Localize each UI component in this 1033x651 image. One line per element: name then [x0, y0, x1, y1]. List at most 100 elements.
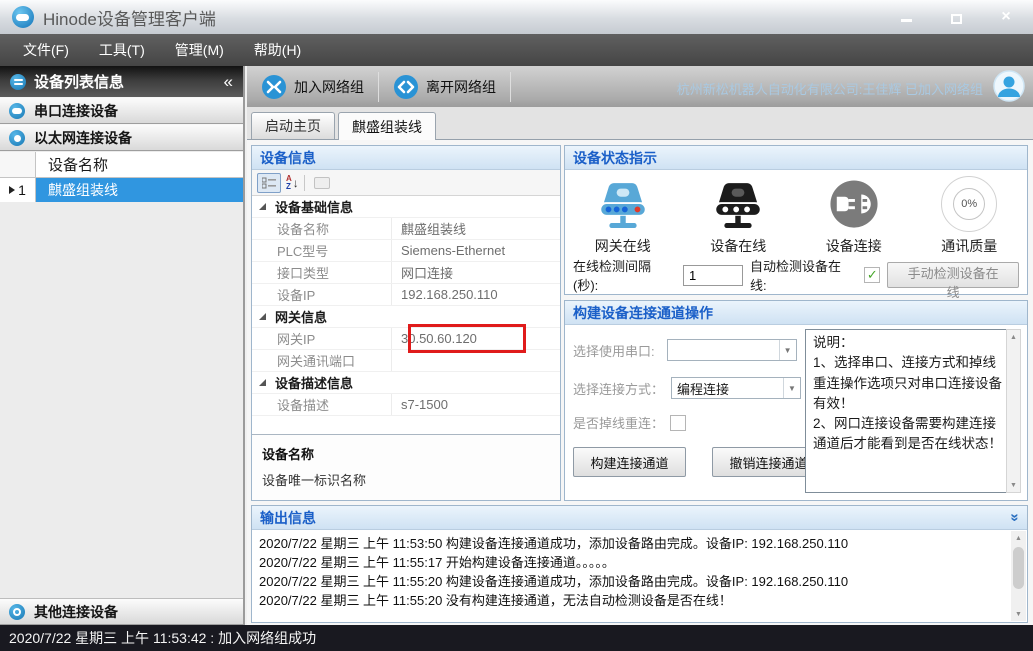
menu-bar: 文件(F) 工具(T) 管理(M) 帮助(H)	[0, 34, 1033, 66]
user-avatar[interactable]	[993, 70, 1025, 102]
other-devices-icon	[9, 604, 25, 620]
comm-quality-value: 0%	[953, 188, 985, 220]
tab-home[interactable]: 启动主页	[251, 112, 335, 139]
leave-network-button[interactable]: 离开网络组	[379, 66, 510, 107]
scroll-down-icon[interactable]: ▼	[1007, 478, 1020, 492]
join-network-button[interactable]: 加入网络组	[247, 66, 378, 107]
property-row-gateway-ip[interactable]: 网关IP 30.50.60.120	[252, 328, 560, 350]
property-group-row[interactable]: 设备基础信息	[252, 196, 560, 218]
channel-note-box: 说明： 1、选择串口、连接方式和掉线重连操作选项只对串口连接设备有效！ 2、网口…	[805, 329, 1007, 493]
status-bar: 2020/7/22 星期三 上午 11:53:42 : 加入网络组成功	[0, 625, 1033, 651]
device-table-header: 设备名称	[0, 152, 243, 178]
output-panel-title: 输出信息	[260, 508, 316, 528]
sidebar-title: 设备列表信息	[34, 71, 124, 92]
user-network-status: 杭州新松机器人自动化有限公司:王佳辉 已加入网络组	[677, 79, 983, 98]
window-title: Hinode设备管理客户端	[43, 5, 216, 30]
connection-channel-panel: 构建设备连接通道操作 选择使用串口: ▼ 选择连接方式： 编程连接 ▼	[564, 300, 1028, 501]
expand-triangle-icon	[259, 379, 266, 386]
chevron-down-icon: ▼	[783, 378, 800, 398]
status-bar-text: 2020/7/22 星期三 上午 11:53:42 : 加入网络组成功	[9, 628, 316, 648]
device-status-panel: 设备状态指示 网关在线	[564, 145, 1028, 295]
serial-port-label: 选择使用串口:	[573, 341, 655, 360]
menu-file[interactable]: 文件(F)	[8, 34, 84, 66]
title-bar: Hinode设备管理客户端 ×	[0, 0, 1033, 34]
maximize-icon	[951, 14, 962, 24]
device-info-panel: 设备信息 AZ ↓	[251, 145, 561, 501]
interval-label: 在线检测间隔(秒):	[573, 256, 676, 294]
device-list-icon	[10, 74, 26, 90]
serial-port-select[interactable]: ▼	[667, 339, 797, 361]
maximize-button[interactable]	[943, 8, 969, 26]
property-pages-button[interactable]	[310, 173, 334, 193]
scroll-down-icon[interactable]: ▼	[1011, 607, 1026, 621]
connect-mode-select[interactable]: 编程连接 ▼	[671, 377, 801, 399]
log-line: 2020/7/22 星期三 上午 11:53:50 构建设备连接通道成功，添加设…	[259, 534, 1005, 553]
property-row[interactable]: 设备描述 s7-1500	[252, 394, 560, 416]
minimize-button[interactable]	[893, 8, 919, 26]
interval-input[interactable]	[683, 265, 743, 286]
property-row[interactable]: 网关通讯端口	[252, 350, 560, 372]
alphabetical-sort-button[interactable]: AZ ↓	[286, 175, 299, 191]
property-row[interactable]: PLC型号 Siemens-Ethernet	[252, 240, 560, 262]
menu-tools[interactable]: 工具(T)	[84, 34, 160, 66]
property-row[interactable]: 设备名称 麒盛组装线	[252, 218, 560, 240]
comm-quality-gauge: 0%	[941, 176, 997, 232]
tab-strip: 启动主页 麒盛组装线	[247, 107, 1033, 140]
output-panel: 输出信息 » 2020/7/22 星期三 上午 11:53:50 构建设备连接通…	[251, 505, 1028, 623]
serial-port-icon	[9, 103, 25, 119]
comm-quality-indicator: 0% 通讯质量	[912, 175, 1028, 256]
device-connect-icon	[825, 175, 883, 233]
chevron-down-icon: ▼	[779, 340, 796, 360]
reconnect-label: 是否掉线重连：	[573, 413, 664, 432]
toolbar-separator	[510, 72, 511, 102]
join-network-icon	[261, 74, 287, 100]
device-list-sidebar: 设备列表信息 « 串口连接设备 以太网连接设备 设备名称 1 麒盛组装线	[0, 66, 245, 625]
sidebar-item-serial-devices[interactable]: 串口连接设备	[0, 97, 243, 124]
expand-triangle-icon	[259, 313, 266, 320]
menu-help[interactable]: 帮助(H)	[239, 34, 316, 66]
output-collapse-icon[interactable]: »	[1006, 513, 1023, 521]
sort-arrow-icon: ↓	[293, 176, 299, 190]
scroll-up-icon[interactable]: ▲	[1011, 531, 1026, 545]
reconnect-checkbox[interactable]	[670, 415, 686, 431]
scroll-up-icon[interactable]: ▲	[1007, 330, 1020, 344]
row-number-column	[0, 152, 36, 177]
sidebar-item-ethernet-devices[interactable]: 以太网连接设备	[0, 124, 243, 151]
property-row[interactable]: 接口类型 网口连接	[252, 262, 560, 284]
table-row[interactable]: 1 麒盛组装线	[0, 178, 243, 202]
close-button[interactable]: ×	[993, 8, 1019, 26]
gateway-online-icon	[594, 175, 652, 233]
menu-manage[interactable]: 管理(M)	[160, 34, 239, 66]
network-toolbar: 加入网络组 离开网络组 杭州新松机器人自动化有限公司:王佳辉 已加入网络组	[247, 66, 1033, 107]
ethernet-icon	[9, 130, 25, 146]
gateway-online-indicator: 网关在线	[565, 175, 681, 256]
tab-device[interactable]: 麒盛组装线	[338, 112, 436, 140]
build-channel-button[interactable]: 构建连接通道	[573, 447, 686, 477]
expand-triangle-icon	[259, 203, 266, 210]
manual-detect-button[interactable]: 手动检测设备在线	[887, 262, 1019, 288]
property-description-box: 设备名称 设备唯一标识名称	[252, 434, 560, 500]
log-line: 2020/7/22 星期三 上午 11:55:20 构建设备连接通道成功，添加设…	[259, 572, 1005, 591]
property-row[interactable]: 设备IP 192.168.250.110	[252, 284, 560, 306]
connect-mode-label: 选择连接方式：	[573, 379, 664, 398]
sidebar-collapse-icon[interactable]: «	[224, 72, 233, 92]
device-info-title: 设备信息	[252, 146, 560, 170]
row-number: 1	[18, 182, 26, 198]
device-connect-indicator: 设备连接	[796, 175, 912, 256]
property-grid-toolbar: AZ ↓	[252, 170, 560, 196]
scrollbar-thumb[interactable]	[1013, 547, 1024, 589]
highlight-rectangle	[408, 324, 526, 353]
status-panel-title: 设备状态指示	[565, 146, 1027, 170]
device-row-name[interactable]: 麒盛组装线	[36, 178, 243, 202]
device-online-icon	[709, 175, 767, 233]
categorized-view-button[interactable]	[257, 173, 281, 193]
auto-detect-checkbox[interactable]: ✓	[864, 267, 880, 283]
device-online-indicator: 设备在线	[681, 175, 797, 256]
property-group-row[interactable]: 设备描述信息	[252, 372, 560, 394]
device-table: 设备名称 1 麒盛组装线	[0, 152, 243, 598]
main-area: 加入网络组 离开网络组 杭州新松机器人自动化有限公司:王佳辉 已加入网络组 启动…	[247, 66, 1033, 625]
note-scrollbar[interactable]: ▲ ▼	[1006, 329, 1021, 493]
sidebar-item-other-devices[interactable]: 其他连接设备	[0, 598, 243, 625]
categorized-icon	[262, 177, 276, 189]
log-scrollbar[interactable]: ▲ ▼	[1011, 531, 1026, 621]
